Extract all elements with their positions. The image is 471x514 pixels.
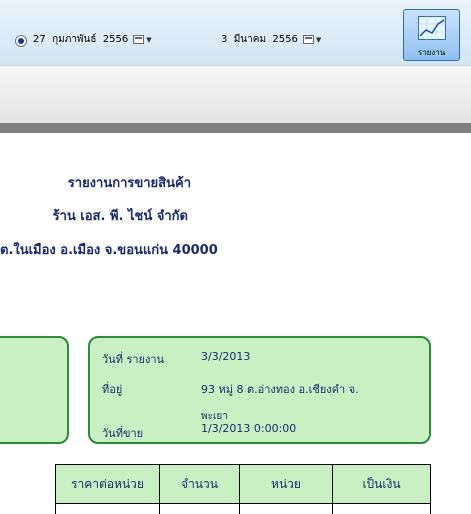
- report-info-box: วันที่ รายงาน 3/3/2013 ที่อยู่ 93 หมู่ 8…: [88, 336, 431, 444]
- report-date-value: 3/3/2013: [201, 350, 251, 363]
- sale-date-label: วันที่ขาย: [102, 427, 144, 440]
- sales-table: ราคาต่อหน่วย จำนวน หน่วย เป็นเงิน: [0, 464, 433, 514]
- calendar-icon[interactable]: [302, 35, 314, 44]
- shop-address: ต.ในเมือง อ.เมือง จ.ขอนแก่น 40000: [0, 243, 218, 258]
- dropdown-arrow-icon[interactable]: ▼: [316, 36, 321, 44]
- end-date-picker[interactable]: 3 มีนาคม 2556 ▼: [221, 31, 321, 48]
- table-row: [430, 504, 431, 514]
- start-date-text: 27 กุมภาพันธ์ 2556: [33, 34, 129, 45]
- header-quantity: จำนวน: [159, 464, 239, 504]
- date-range-radio[interactable]: [15, 35, 27, 47]
- report-toolbar: 27 กุมภาพันธ์ 2556 ▼ 3 มีนาคม 2556 ▼ ราย…: [0, 0, 471, 65]
- dropdown-arrow-icon[interactable]: ▼: [146, 36, 151, 44]
- table-row: [332, 504, 333, 514]
- toolbar-band: [0, 65, 471, 124]
- header-unit-price: ราคาต่อหน่วย: [55, 464, 159, 504]
- report-viewer-divider: [0, 123, 471, 133]
- report-date-label: วันที่ รายงาน: [102, 353, 165, 366]
- table-row: [239, 504, 240, 514]
- customer-info-box: [0, 336, 69, 444]
- address-label: ที่อยู่: [102, 383, 123, 396]
- address-value: 93 หมู่ 8 ต.อ่างทอง อ.เชียงคำ จ.: [201, 383, 359, 396]
- table-row: [159, 504, 160, 514]
- header-amount: เป็นเงิน: [332, 464, 431, 504]
- report-button[interactable]: รายงาน: [403, 9, 460, 61]
- chart-icon: [418, 16, 446, 40]
- report-button-label: รายงาน: [417, 48, 446, 57]
- sale-date-value: 1/3/2013 0:00:00: [201, 422, 297, 435]
- header-unit: หน่วย: [239, 464, 332, 504]
- calendar-icon[interactable]: [133, 35, 145, 44]
- end-date-text: 3 มีนาคม 2556: [221, 34, 298, 45]
- shop-name: ร้าน เอส. พี. ไชน์ จำกัด: [52, 209, 188, 224]
- start-date-picker[interactable]: 27 กุมภาพันธ์ 2556 ▼: [33, 31, 152, 48]
- report-title: รายงานการขายสินค้า: [67, 176, 191, 191]
- table-row: [55, 504, 56, 514]
